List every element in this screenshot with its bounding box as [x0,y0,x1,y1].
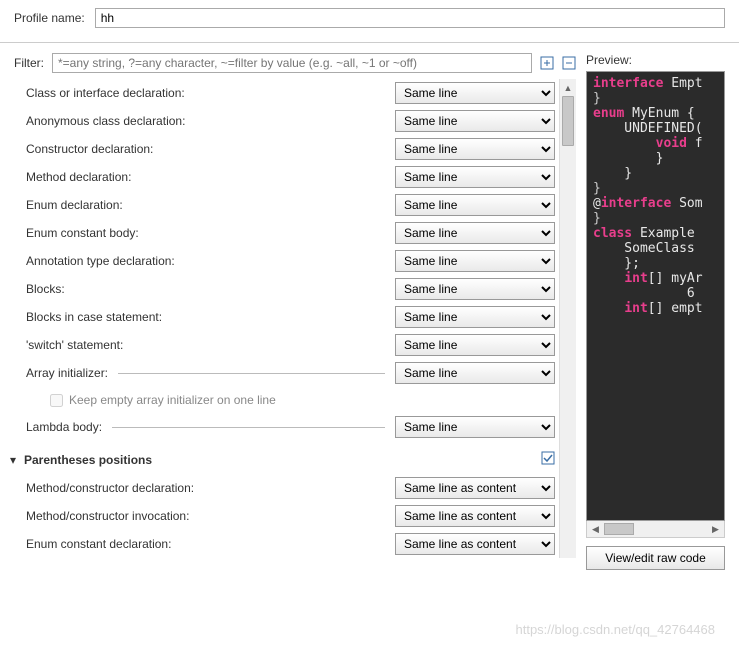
scroll-right-icon[interactable]: ▶ [707,521,724,538]
watermark: https://blog.csdn.net/qq_42764468 [516,622,716,637]
scroll-left-icon[interactable]: ◀ [587,521,604,538]
profile-name-label: Profile name: [14,11,85,25]
setting-row: 'switch' statement: Same line [26,331,555,359]
setting-select[interactable]: Same line as content [395,477,555,499]
setting-select[interactable]: Same line [395,138,555,160]
setting-label: Annotation type declaration: [26,254,175,268]
setting-select[interactable]: Same line [395,222,555,244]
setting-row: Enum constant body: Same line [26,219,555,247]
setting-label: Method/constructor invocation: [26,509,189,523]
twisty-icon[interactable]: ▾ [10,453,20,467]
scroll-up-icon[interactable]: ▲ [560,79,576,96]
scroll-h-thumb[interactable] [604,523,634,535]
filter-input[interactable] [52,53,532,73]
preview-h-scrollbar[interactable]: ◀ ▶ [586,521,725,538]
section-title: Parentheses positions [24,453,152,467]
setting-row: Enum declaration: Same line [26,191,555,219]
rule-line [112,427,385,428]
setting-select[interactable]: Same line [395,362,555,384]
setting-label: Enum declaration: [26,198,123,212]
setting-row: Blocks in case statement: Same line [26,303,555,331]
setting-row: Method/constructor invocation: Same line … [26,502,555,530]
section-check-icon[interactable] [541,451,555,468]
setting-select[interactable]: Same line as content [395,505,555,527]
setting-row: Constructor declaration: Same line [26,135,555,163]
filter-label: Filter: [14,56,44,70]
setting-label: Method/constructor declaration: [26,481,194,495]
setting-row: Blocks: Same line [26,275,555,303]
view-raw-code-button[interactable]: View/edit raw code [586,546,725,570]
setting-row: Method declaration: Same line [26,163,555,191]
setting-row: Anonymous class declaration: Same line [26,107,555,135]
setting-select[interactable]: Same line [395,250,555,272]
setting-select[interactable]: Same line [395,194,555,216]
setting-select[interactable]: Same line [395,278,555,300]
setting-label: Class or interface declaration: [26,86,185,100]
setting-row: Enum constant declaration: Same line as c… [26,530,555,558]
section-header[interactable]: ▾ Parentheses positions [10,451,555,468]
setting-label: 'switch' statement: [26,338,123,352]
setting-select[interactable]: Same line [395,82,555,104]
profile-name-input[interactable] [95,8,725,28]
setting-select[interactable]: Same line [395,166,555,188]
setting-select[interactable]: Same line [395,416,555,438]
setting-row: Method/constructor declaration: Same line… [26,474,555,502]
setting-select[interactable]: Same line [395,306,555,328]
preview-code: interface Empt}enum MyEnum { UNDEFINED( … [586,71,725,521]
setting-select[interactable]: Same line as content [395,533,555,555]
setting-label: Array initializer: [26,366,108,380]
setting-label: Enum constant declaration: [26,537,171,551]
sub-label: Keep empty array initializer on one line [69,393,276,407]
setting-row: Annotation type declaration: Same line [26,247,555,275]
setting-label: Constructor declaration: [26,142,153,156]
setting-label: Anonymous class declaration: [26,114,185,128]
setting-label: Enum constant body: [26,226,139,240]
scroll-thumb[interactable] [562,96,574,146]
setting-row: Class or interface declaration: Same line [26,79,555,107]
setting-sub-row: Keep empty array initializer on one line [26,387,555,413]
setting-row: Lambda body: Same line [26,413,555,441]
setting-label: Blocks in case statement: [26,310,162,324]
rule-line [118,373,385,374]
setting-row: Array initializer: Same line [26,359,555,387]
expand-all-icon[interactable] [540,56,554,70]
sub-checkbox[interactable] [50,394,63,407]
setting-label: Blocks: [26,282,65,296]
setting-select[interactable]: Same line [395,110,555,132]
settings-scrollbar[interactable]: ▲ ▼ [559,79,576,558]
preview-label: Preview: [586,53,725,67]
setting-label: Method declaration: [26,170,131,184]
setting-label: Lambda body: [26,420,102,434]
collapse-all-icon[interactable] [562,56,576,70]
setting-select[interactable]: Same line [395,334,555,356]
